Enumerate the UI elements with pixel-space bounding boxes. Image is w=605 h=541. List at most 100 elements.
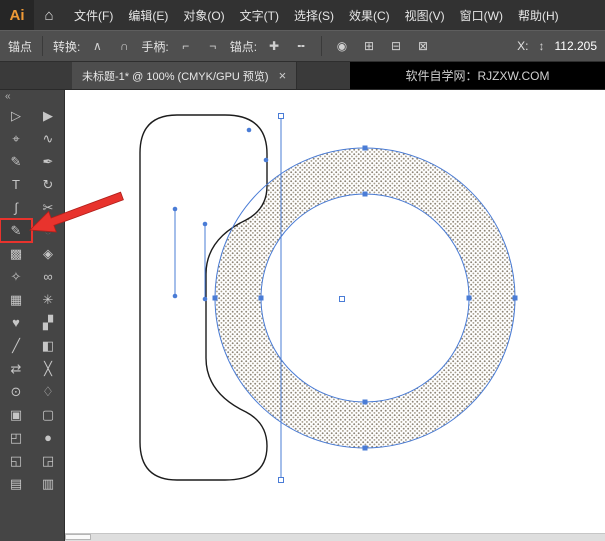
watermark-banner: 软件自学网：RJZXW.COM: [350, 62, 605, 89]
x-label: X:: [517, 39, 529, 53]
stepper-icon[interactable]: ↕: [532, 36, 552, 56]
menu-edit[interactable]: 编辑(E): [128, 7, 168, 24]
convert-smooth-icon[interactable]: ∩: [114, 36, 134, 56]
x-value-field[interactable]: 112.205: [555, 39, 598, 53]
tool-icon: ✂: [42, 199, 54, 215]
draw-normal-mode[interactable]: ◰: [0, 426, 32, 449]
add-anchor-icon[interactable]: ✚: [264, 36, 284, 56]
panel-collapse-icon[interactable]: «: [0, 90, 64, 104]
screen-mode-button[interactable]: ▤: [0, 472, 32, 495]
distribute-grid-icon[interactable]: ⊠: [413, 36, 433, 56]
tool-icon: ✎: [10, 222, 22, 238]
handle-label: 手柄:: [141, 39, 169, 54]
menu-view[interactable]: 视图(V): [405, 7, 445, 24]
align-grid-icon[interactable]: ⊟: [386, 36, 406, 56]
tool-icon: ╱: [12, 337, 20, 353]
x-coordinate-group: X: ↕ 112.205: [517, 36, 597, 56]
scissors-tool[interactable]: ✂: [32, 196, 64, 219]
divider: [42, 36, 44, 56]
close-icon[interactable]: ×: [279, 68, 287, 83]
tool-icon: ◱: [9, 452, 23, 468]
handle-hide-icon[interactable]: ¬: [203, 36, 223, 56]
tool-icon: ▶: [43, 107, 53, 123]
rotate-tool[interactable]: ↻: [32, 173, 64, 196]
symbol-sprayer-tool[interactable]: ▦: [0, 288, 32, 311]
slice-tool[interactable]: ╳: [32, 357, 64, 380]
graph-tool[interactable]: ✳: [32, 288, 64, 311]
shaper-tool[interactable]: ✎: [0, 218, 33, 243]
knife-tool[interactable]: ╱: [0, 334, 32, 357]
tool-icon: ⊙: [10, 383, 22, 399]
canvas-area[interactable]: [65, 90, 605, 541]
divider: [321, 36, 323, 56]
free-transform-tool[interactable]: ▞: [32, 311, 64, 334]
tool-icon: ♢: [42, 383, 54, 399]
control-bar: 锚点 转换: ∧ ∩ 手柄: ⌐ ¬ 锚点: ✚ ╍ ◉ ⊞ ⊟ ⊠ X: ↕ …: [0, 30, 605, 62]
artboard-tool[interactable]: ◧: [32, 334, 64, 357]
tool-icon: ◧: [41, 337, 55, 353]
zoom-tool[interactable]: ⊙: [0, 380, 32, 403]
magic-wand-tool[interactable]: ⌖: [0, 127, 32, 150]
tool-icon: ◰: [9, 429, 23, 445]
transform-grid-icon[interactable]: ⊞: [359, 36, 379, 56]
selection-tool[interactable]: ▶: [32, 104, 64, 127]
globe-icon[interactable]: ◉: [332, 36, 352, 56]
curvature-tool[interactable]: ∫: [0, 196, 32, 219]
convert-corner-icon[interactable]: ∧: [87, 36, 107, 56]
type-tool[interactable]: T: [0, 173, 32, 196]
draw-inside-mode[interactable]: ◲: [32, 449, 64, 472]
mesh-tool[interactable]: ◈: [32, 242, 64, 265]
menu-list: 文件(F) 编辑(E) 对象(O) 文字(T) 选择(S) 效果(C) 视图(V) 窗口(W)…: [74, 7, 559, 24]
home-icon[interactable]: ⌂: [34, 7, 64, 24]
tool-icon: ◈: [43, 245, 53, 261]
tool-icon: ▣: [9, 406, 23, 422]
tool-icon: ▥: [41, 475, 55, 491]
tool-icon: ▢: [41, 406, 55, 422]
workspace: « ▷ ▶ ⌖ ∿ ✎ ✒ T ↻ ∫ ✂ ✎ ◔ ▩ ◈ ✧ ∞ ▦ ✳ ♥ …: [0, 90, 605, 541]
width-tool[interactable]: ♥: [0, 311, 32, 334]
stroke-color-swatch[interactable]: ▢: [32, 403, 64, 426]
menu-file[interactable]: 文件(F): [74, 7, 113, 24]
menu-effect[interactable]: 效果(C): [349, 7, 390, 24]
tool-icon: ✧: [10, 268, 22, 284]
tool-icon: ▤: [9, 475, 23, 491]
tool-icon: ✒: [42, 153, 54, 169]
menu-object[interactable]: 对象(O): [183, 7, 224, 24]
gradient-tool[interactable]: ▩: [0, 242, 32, 265]
paintbrush-tool[interactable]: ✎: [0, 150, 32, 173]
remove-anchor-icon[interactable]: ╍: [291, 36, 311, 56]
handle-show-icon[interactable]: ⌐: [176, 36, 196, 56]
shape-builder-tool[interactable]: ◔: [32, 219, 64, 242]
tool-icon: ♥: [12, 315, 20, 330]
tool-icon: ▦: [9, 291, 23, 307]
perspective-grid-tool[interactable]: ⇄: [0, 357, 32, 380]
tool-icon: ∞: [43, 269, 53, 284]
fill-color-swatch[interactable]: ▣: [0, 403, 32, 426]
tool-icon: ◲: [41, 452, 55, 468]
edit-toolbar-button[interactable]: ▥: [32, 472, 64, 495]
tool-icon: ●: [44, 430, 52, 445]
tool-icon: ↻: [42, 176, 54, 192]
color-mode-button[interactable]: ●: [32, 426, 64, 449]
blend-tool[interactable]: ∞: [32, 265, 64, 288]
artboard-canvas[interactable]: [65, 90, 605, 533]
hand-tool[interactable]: ♢: [32, 380, 64, 403]
menu-type[interactable]: 文字(T): [240, 7, 279, 24]
pen-tool[interactable]: ✒: [32, 150, 64, 173]
menubar: Ai ⌂ 文件(F) 编辑(E) 对象(O) 文字(T) 选择(S) 效果(C) 视图(V)…: [0, 0, 605, 30]
tool-icon: T: [12, 177, 20, 192]
direct-selection-tool[interactable]: ▷: [0, 104, 32, 127]
horizontal-scrollbar[interactable]: [65, 533, 605, 541]
eyedropper-tool[interactable]: ✧: [0, 265, 32, 288]
tab-bar: 未标题-1* @ 100% (CMYK/GPU 预览) × 软件自学网：RJZX…: [0, 62, 605, 90]
anchor-edit-label: 锚点:: [229, 39, 258, 54]
menu-window[interactable]: 窗口(W): [460, 7, 503, 24]
draw-behind-mode[interactable]: ◱: [0, 449, 32, 472]
scrollbar-thumb[interactable]: [65, 534, 91, 540]
lasso-tool[interactable]: ∿: [32, 127, 64, 150]
menu-select[interactable]: 选择(S): [294, 7, 334, 24]
app-logo: Ai: [0, 0, 34, 30]
tool-icon: ▷: [11, 107, 21, 123]
menu-help[interactable]: 帮助(H): [518, 7, 559, 24]
document-tab[interactable]: 未标题-1* @ 100% (CMYK/GPU 预览) ×: [72, 62, 298, 89]
